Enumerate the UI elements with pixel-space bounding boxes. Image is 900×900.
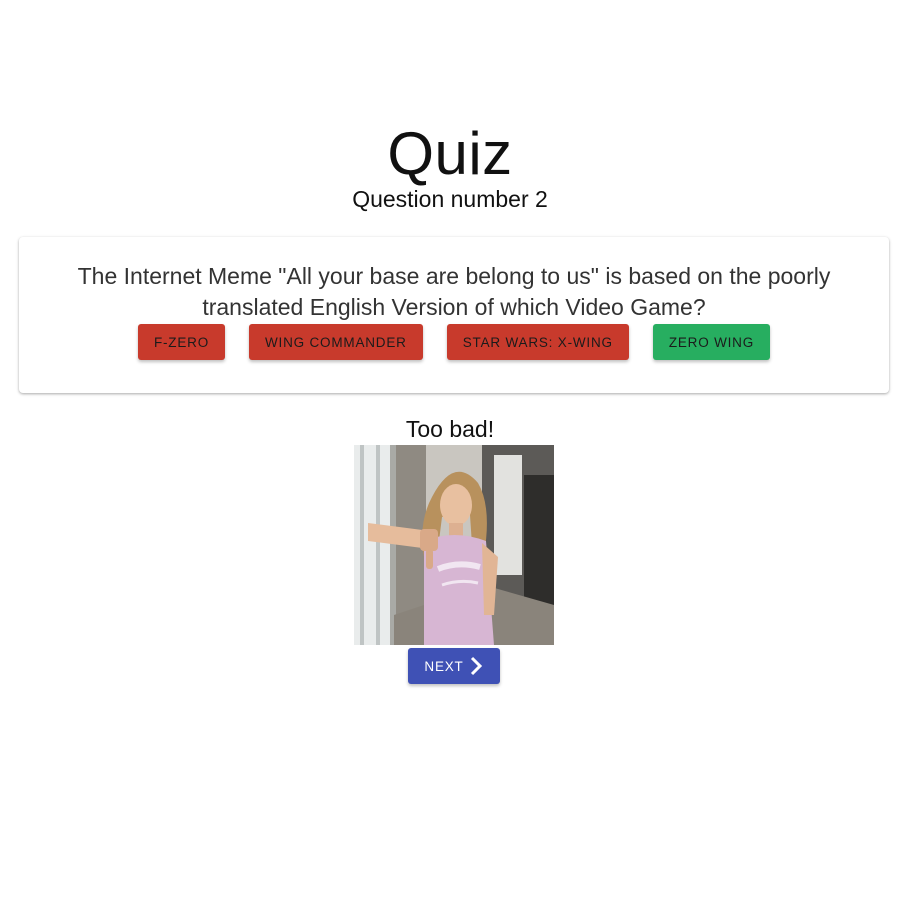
chevron-right-icon: [468, 656, 484, 676]
answer-button-star-wars-x-wing[interactable]: STAR WARS: X-WING: [446, 324, 629, 360]
next-button[interactable]: NEXT: [408, 648, 500, 684]
answer-options: F-ZERO WING COMMANDER STAR WARS: X-WING …: [19, 324, 889, 360]
question-text: The Internet Meme "All your base are bel…: [77, 263, 831, 320]
thumbs-down-image: [354, 445, 554, 645]
next-button-label: NEXT: [424, 658, 464, 674]
question-card: The Internet Meme "All your base are bel…: [19, 237, 889, 393]
answer-button-zero-wing[interactable]: ZERO WING: [652, 324, 771, 360]
quiz-page: Quiz Question number 2 The Internet Meme…: [0, 0, 900, 900]
page-title: Quiz: [387, 120, 513, 187]
question-number: Question number 2: [352, 186, 548, 212]
answer-button-wing-commander[interactable]: WING COMMANDER: [249, 324, 423, 360]
result-message: Too bad!: [405, 416, 495, 442]
answer-button-f-zero[interactable]: F-ZERO: [137, 324, 226, 360]
